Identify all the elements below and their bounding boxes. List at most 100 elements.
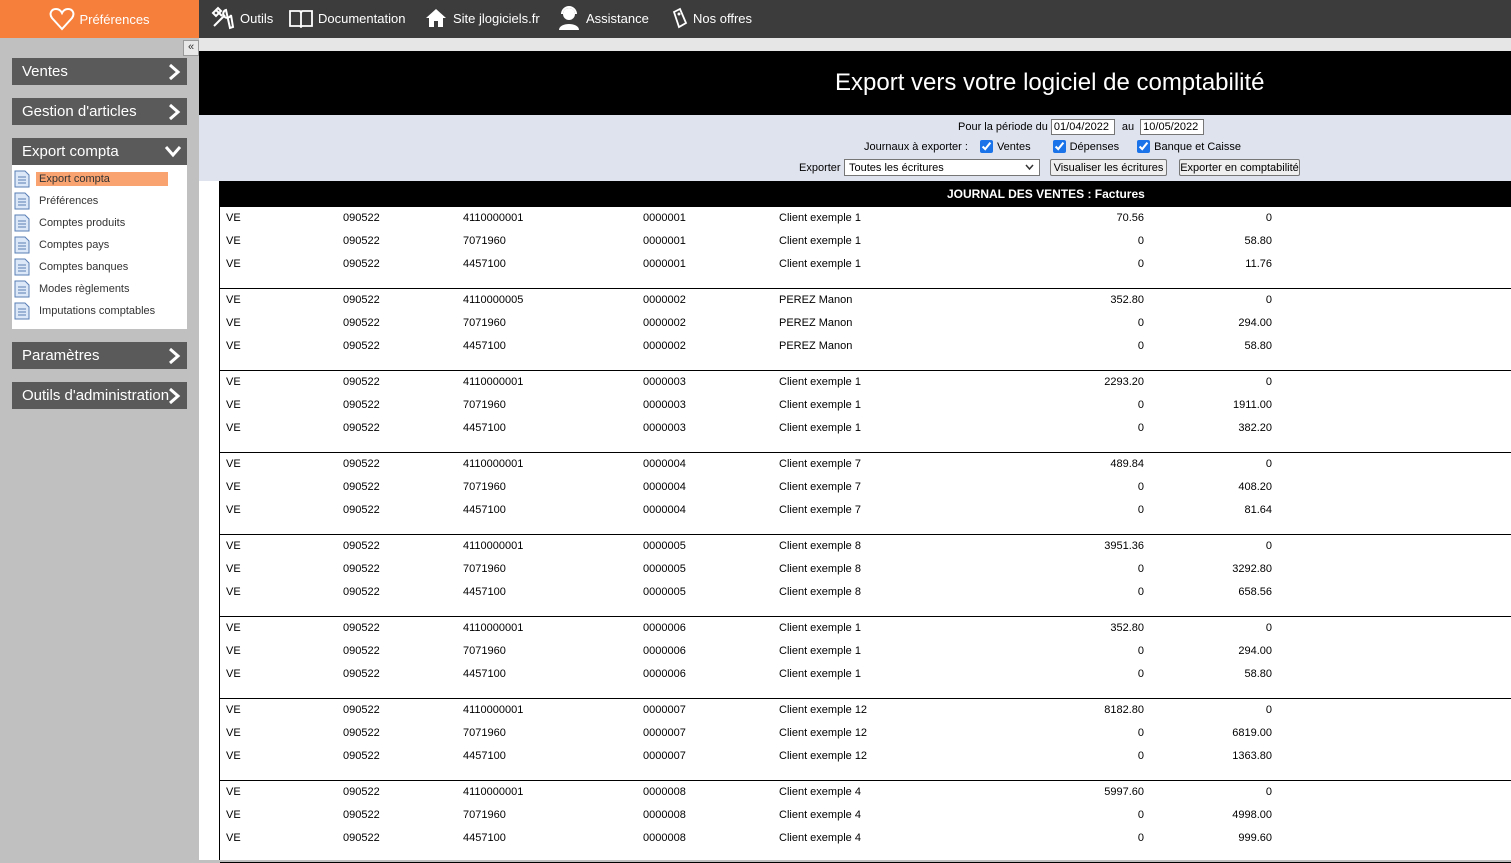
checkbox-banque-caisse[interactable]	[1137, 140, 1151, 153]
entry-group: VE 090522 4110000001 0000007 Client exemple …	[220, 699, 1511, 781]
export-controls: Pour la période du au Journaux à exporte…	[199, 115, 1511, 181]
journal-code-cell: VE	[226, 622, 241, 634]
piece-cell: 0000005	[643, 540, 686, 552]
credit-cell: 408.20	[1238, 481, 1272, 493]
label-cell: Client exemple 8	[779, 586, 861, 598]
account-cell: 7071960	[463, 399, 506, 411]
submenu-comptes-produits[interactable]: Comptes produits	[14, 214, 184, 232]
table-row: VE 090522 7071960 0000006 Client exemple 1 0 2…	[220, 640, 1511, 663]
piece-cell: 0000008	[643, 832, 686, 844]
sidebar-section-export-compta[interactable]: Export compta	[12, 138, 187, 165]
submenu-comptes-pays[interactable]: Comptes pays	[14, 236, 184, 254]
book-icon	[289, 10, 313, 28]
select-value: Toutes les écritures	[849, 161, 944, 174]
nav-site[interactable]: Site jlogiciels.fr	[424, 0, 540, 36]
label-cell: Client exemple 7	[779, 458, 861, 470]
period-label: Pour la période du	[958, 121, 1048, 133]
visualiser-button[interactable]: Visualiser les écritures	[1050, 159, 1167, 176]
submenu-export-compta[interactable]: Export compta	[14, 170, 184, 188]
date-from-input[interactable]	[1050, 119, 1115, 135]
account-cell: 4457100	[463, 750, 506, 762]
submenu-label: Comptes pays	[39, 239, 110, 251]
debit-cell: 0	[1137, 563, 1144, 575]
heart-icon	[50, 7, 75, 31]
sidebar-section-label: Outils d'administration	[22, 387, 170, 404]
debit-cell: 0	[1137, 586, 1144, 598]
credit-cell: 0	[1265, 622, 1272, 634]
entry-group: VE 090522 4110000001 0000003 Client exemple …	[220, 371, 1511, 453]
piece-cell: 0000008	[643, 786, 686, 798]
debit-cell: 489.84	[1110, 458, 1144, 470]
date-cell: 090522	[343, 340, 380, 352]
date-cell: 090522	[343, 786, 380, 798]
date-to-input[interactable]	[1140, 119, 1205, 135]
document-icon	[14, 214, 30, 232]
label-cell: Client exemple 12	[779, 727, 868, 739]
home-icon	[426, 9, 446, 27]
journal-code-cell: VE	[226, 294, 241, 306]
preferences-brand[interactable]: Préférences	[0, 0, 199, 38]
collapse-sidebar-button[interactable]: «	[183, 40, 199, 56]
title-band: Export vers votre logiciel de comptabili…	[199, 51, 1511, 115]
table-row: VE 090522 4457100 0000005 Client exemple 8 0 6…	[220, 581, 1511, 604]
journal-code-cell: VE	[226, 399, 241, 411]
nav-outils[interactable]: Outils	[211, 0, 273, 36]
debit-cell: 0	[1137, 750, 1144, 762]
credit-cell: 0	[1265, 294, 1272, 306]
sidebar-section-parametres[interactable]: Paramètres	[12, 342, 187, 369]
submenu-label: Modes règlements	[39, 283, 130, 295]
sidebar-section-outils-admin[interactable]: Outils d'administration	[12, 382, 187, 409]
credit-cell: 58.80	[1244, 668, 1272, 680]
checkbox-depenses[interactable]	[1052, 140, 1066, 153]
account-cell: 4457100	[463, 258, 506, 270]
brand-label: Préférences	[79, 11, 150, 27]
account-cell: 4457100	[463, 504, 506, 516]
support-icon	[559, 6, 579, 30]
sidebar-section-ventes[interactable]: Ventes	[12, 58, 187, 85]
nav-assistance[interactable]: Assistance	[557, 0, 649, 36]
submenu-preferences[interactable]: Préférences	[14, 192, 184, 210]
table-row: VE 090522 4457100 0000001 Client exemple 1 0 1…	[220, 253, 1511, 276]
submenu-imputations-comptables[interactable]: Imputations comptables	[14, 302, 184, 320]
sidebar-section-label: Paramètres	[22, 347, 100, 364]
export-type-select[interactable]: Toutes les écritures	[844, 159, 1040, 176]
account-cell: 4457100	[463, 340, 506, 352]
account-cell: 4110000001	[463, 376, 524, 388]
journals-row: Journaux à exporter : Ventes Dépenses Ba…	[864, 140, 1241, 153]
account-cell: 7071960	[463, 317, 506, 329]
label-cell: PEREZ Manon	[779, 294, 853, 306]
date-cell: 090522	[343, 258, 380, 270]
export-compta-submenu: Export compta Préférences Comptes produi…	[12, 165, 187, 329]
credit-cell: 382.20	[1238, 422, 1272, 434]
exporter-button[interactable]: Exporter en comptabilité	[1179, 159, 1300, 176]
account-cell: 4110000001	[463, 786, 524, 798]
submenu-modes-reglements[interactable]: Modes règlements	[14, 280, 184, 298]
piece-cell: 0000006	[643, 668, 686, 680]
date-cell: 090522	[343, 481, 380, 493]
chevron-down-icon	[1025, 164, 1034, 171]
sidebar: « Ventes Gestion d'articles Export compt…	[0, 38, 199, 860]
label-cell: Client exemple 1	[779, 668, 861, 680]
nav-documentation[interactable]: Documentation	[289, 0, 405, 36]
piece-cell: 0000008	[643, 809, 686, 821]
table-row: VE 090522 4457100 0000004 Client exemple 7 0 8…	[220, 499, 1511, 522]
checkbox-ventes[interactable]	[979, 140, 993, 153]
label-cell: Client exemple 4	[779, 786, 861, 798]
account-cell: 4110000001	[463, 458, 524, 470]
nav-offres[interactable]: Nos offres	[670, 0, 752, 36]
sidebar-section-label: Export compta	[22, 143, 119, 160]
document-icon	[14, 236, 30, 254]
debit-cell: 0	[1137, 422, 1144, 434]
top-strip	[199, 38, 1511, 51]
submenu-comptes-banques[interactable]: Comptes banques	[14, 258, 184, 276]
piece-cell: 0000007	[643, 704, 686, 716]
sidebar-section-label: Ventes	[22, 63, 68, 80]
journal-code-cell: VE	[226, 704, 241, 716]
submenu-label: Préférences	[39, 195, 99, 207]
date-cell: 090522	[343, 727, 380, 739]
table-row: VE 090522 7071960 0000004 Client exemple 7 0 4…	[220, 476, 1511, 499]
label-cell: Client exemple 1	[779, 258, 861, 270]
sidebar-section-gestion-articles[interactable]: Gestion d'articles	[12, 98, 187, 125]
journal-code-cell: VE	[226, 563, 241, 575]
document-icon	[14, 170, 30, 188]
